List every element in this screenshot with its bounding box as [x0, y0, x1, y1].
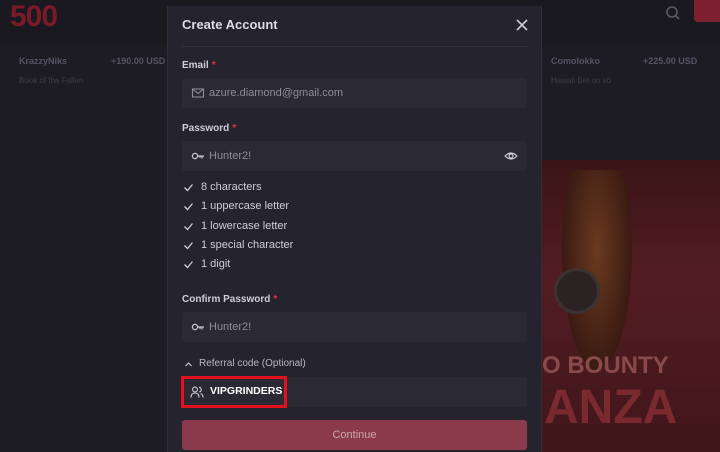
password-label: Password *	[182, 123, 236, 134]
required-mark: *	[232, 123, 237, 134]
close-icon[interactable]	[512, 15, 532, 35]
requirement-text: 8 characters	[201, 181, 262, 193]
requirement-item: 1 lowercase letter	[182, 219, 382, 238]
confirm-password-label: Confirm Password *	[182, 294, 277, 305]
chevron-up-icon	[185, 362, 192, 367]
header-divider	[182, 46, 527, 47]
mail-icon	[191, 88, 205, 98]
winner-game: Book of the Fallen	[19, 76, 84, 85]
referral-code-value: VIPGRINDERS	[210, 385, 283, 397]
show-password-eye-icon[interactable]	[504, 149, 518, 163]
requirement-item: 8 characters	[182, 180, 382, 199]
requirement-text: 1 digit	[201, 258, 231, 271]
required-mark: *	[211, 60, 216, 71]
key-icon	[191, 152, 204, 160]
check-icon	[184, 184, 193, 192]
continue-button[interactable]: Continue	[182, 420, 527, 450]
search-icon[interactable]	[662, 2, 684, 24]
requirement-item: 1 uppercase letter	[182, 199, 382, 218]
users-icon	[190, 386, 204, 398]
check-icon	[184, 203, 193, 211]
winner-name: Comolokko	[551, 56, 601, 66]
requirement-text: 1 special character	[201, 238, 294, 251]
header-action-button[interactable]	[694, 0, 720, 22]
check-icon	[184, 241, 193, 250]
winner-amount: +225.00 USD	[643, 56, 698, 66]
password-value: Hunter2!	[209, 150, 252, 162]
confirm-password-label-text: Confirm Password	[182, 294, 271, 305]
winner-name: KrazzyNiks	[19, 56, 68, 66]
promo-title-line1: O BOUNTY	[542, 352, 669, 379]
email-value: azure.diamond@gmail.com	[209, 87, 344, 99]
promo-banner[interactable]: O BOUNTY ANZA	[542, 160, 720, 452]
referral-code-label: Referral code (Optional)	[199, 358, 306, 369]
required-mark: *	[273, 294, 278, 305]
winner-game: Hawaii Bet on x6	[551, 76, 612, 85]
winner-card: Comolokko +225.00 USD Hawaii Bet on x6	[551, 56, 697, 85]
promo-camera-image	[554, 268, 600, 314]
winner-amount: +190.00 USD	[111, 56, 166, 66]
create-account-modal: Create Account Email * azure.diamond@gmai…	[167, 6, 542, 452]
email-field[interactable]: azure.diamond@gmail.com	[182, 78, 527, 108]
confirm-password-value: Hunter2!	[209, 321, 252, 333]
check-icon	[184, 261, 193, 269]
password-label-text: Password	[182, 123, 230, 134]
requirement-text: 1 lowercase letter	[201, 219, 288, 232]
email-label: Email *	[182, 60, 216, 71]
requirement-item: 1 digit	[182, 257, 382, 276]
promo-title-line2: ANZA	[544, 381, 678, 434]
winner-card: KrazzyNiks +190.00 USD Book of the Falle…	[19, 56, 165, 85]
site-logo: 500	[10, 0, 58, 33]
email-label-text: Email	[182, 60, 209, 71]
modal-title: Create Account	[182, 17, 278, 32]
key-icon	[191, 323, 204, 331]
check-icon	[184, 222, 193, 231]
modal-header: Create Account	[168, 6, 541, 46]
password-field[interactable]: Hunter2!	[182, 141, 527, 171]
requirement-text: 1 uppercase letter	[201, 200, 290, 213]
confirm-password-field[interactable]: Hunter2!	[182, 312, 527, 342]
referral-code-field[interactable]: VIPGRINDERS	[182, 377, 527, 407]
requirement-item: 1 special character	[182, 238, 382, 257]
password-requirements-list: 8 characters 1 uppercase letter 1 lowerc…	[182, 180, 382, 276]
